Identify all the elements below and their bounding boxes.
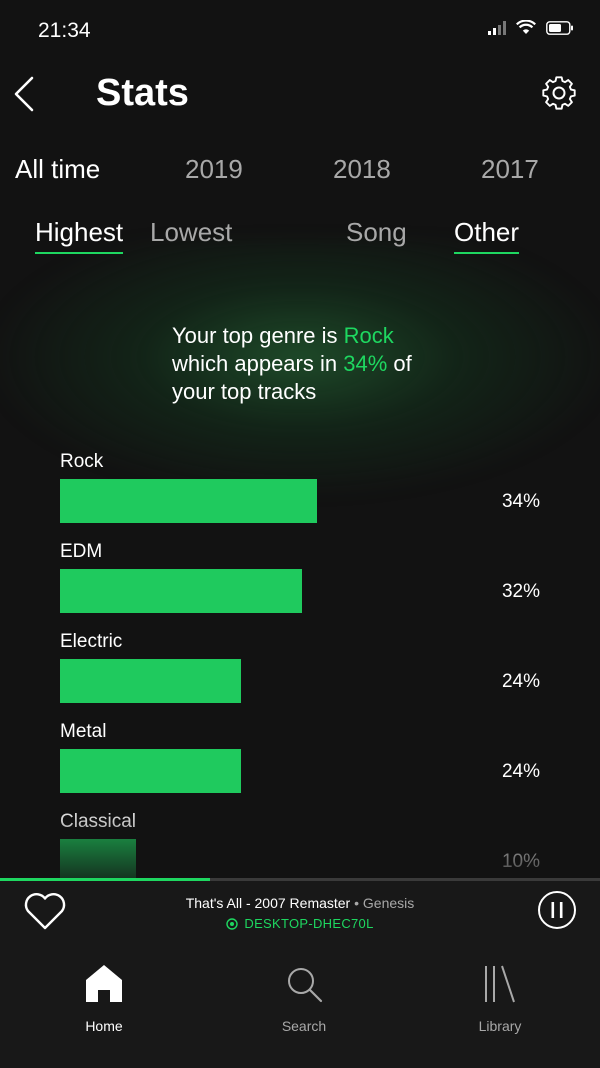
genre-bar-edm [60, 569, 302, 613]
speaker-device-icon [226, 918, 239, 930]
status-time: 21:34 [38, 19, 91, 42]
summary-of: of [387, 351, 412, 376]
back-button[interactable] [12, 74, 40, 114]
library-icon [485, 965, 515, 1003]
tab-other[interactable]: Other [454, 217, 520, 254]
chevron-left-icon [14, 76, 34, 112]
connected-device[interactable]: DESKTOP-DHEC70L [120, 916, 480, 931]
top-genre-percent: 34% [343, 351, 388, 376]
genre-label-classical: Classical [60, 811, 137, 832]
heart-icon [24, 893, 66, 930]
tab-highest[interactable]: Highest [35, 217, 124, 254]
wifi-icon [516, 20, 536, 34]
settings-button[interactable] [540, 74, 578, 112]
genre-label-rock: Rock [60, 451, 104, 472]
bottom-navigation: Home Search Library [0, 944, 600, 1068]
progress-track [0, 878, 600, 881]
battery-icon [546, 20, 573, 35]
summary-prefix: Your top genre is [172, 323, 344, 348]
tab-all-time[interactable]: All time [15, 154, 100, 185]
home-icon [86, 965, 122, 1002]
genre-percent-edm: 32% [501, 581, 540, 602]
genre-bar-chart: Rock 34% EDM 32% Electric 24% Metal 24% Classica… [0, 440, 600, 883]
tab-2017[interactable]: 2017 [481, 154, 539, 185]
summary-middle: which appears in [172, 351, 344, 376]
gear-icon [542, 76, 576, 110]
nav-home-label: Home [85, 1018, 123, 1034]
summary-line-2: which appears in 34% of [172, 350, 472, 378]
pause-button[interactable] [537, 890, 577, 930]
genre-bar-classical [60, 839, 136, 883]
status-icons [488, 20, 574, 35]
stats-screen: 21:34 Stats All time 2019 2018 2017 High… [0, 0, 600, 1068]
now-playing-bar[interactable]: That's All - 2007 Remaster • Genesis DES… [0, 878, 600, 944]
track-info: That's All - 2007 Remaster • Genesis [120, 895, 480, 911]
track-artist: Genesis [362, 895, 415, 911]
tab-lowest[interactable]: Lowest [150, 217, 232, 252]
nav-library-label: Library [478, 1018, 522, 1034]
summary-line-1: Your top genre is Rock [172, 322, 472, 350]
status-bar: 21:34 [0, 0, 600, 60]
genre-percent-metal: 24% [501, 761, 540, 782]
device-name: DESKTOP-DHEC70L [244, 916, 374, 931]
page-title: Stats [96, 72, 189, 114]
like-button[interactable] [22, 890, 68, 932]
summary-line-3: your top tracks [172, 379, 317, 404]
nav-home[interactable]: Home [44, 962, 164, 1034]
track-separator: • [350, 895, 363, 911]
genre-bar-electric [60, 659, 241, 703]
top-genre-summary: Your top genre is Rock which appears in … [172, 322, 472, 406]
genre-percent-rock: 34% [501, 491, 540, 512]
genre-label-electric: Electric [60, 631, 123, 652]
nav-library[interactable]: Library [440, 962, 560, 1034]
genre-label-metal: Metal [60, 721, 107, 742]
genre-label-edm: EDM [60, 541, 103, 562]
nav-search-label: Search [281, 1018, 327, 1034]
genre-percent-electric: 24% [501, 671, 540, 692]
tab-2018[interactable]: 2018 [333, 154, 391, 185]
nav-search[interactable]: Search [244, 962, 364, 1034]
genre-percent-classical: 10% [501, 851, 540, 872]
search-icon [288, 968, 323, 1003]
genre-bar-rock [60, 479, 317, 523]
tab-song[interactable]: Song [346, 217, 407, 252]
track-title: That's All - 2007 Remaster [185, 895, 351, 911]
pause-icon [538, 891, 576, 929]
progress-fill [0, 878, 210, 881]
genre-bar-metal [60, 749, 241, 793]
signal-icon [488, 20, 506, 35]
top-genre-name: Rock [343, 323, 394, 348]
tab-2019[interactable]: 2019 [185, 154, 243, 185]
